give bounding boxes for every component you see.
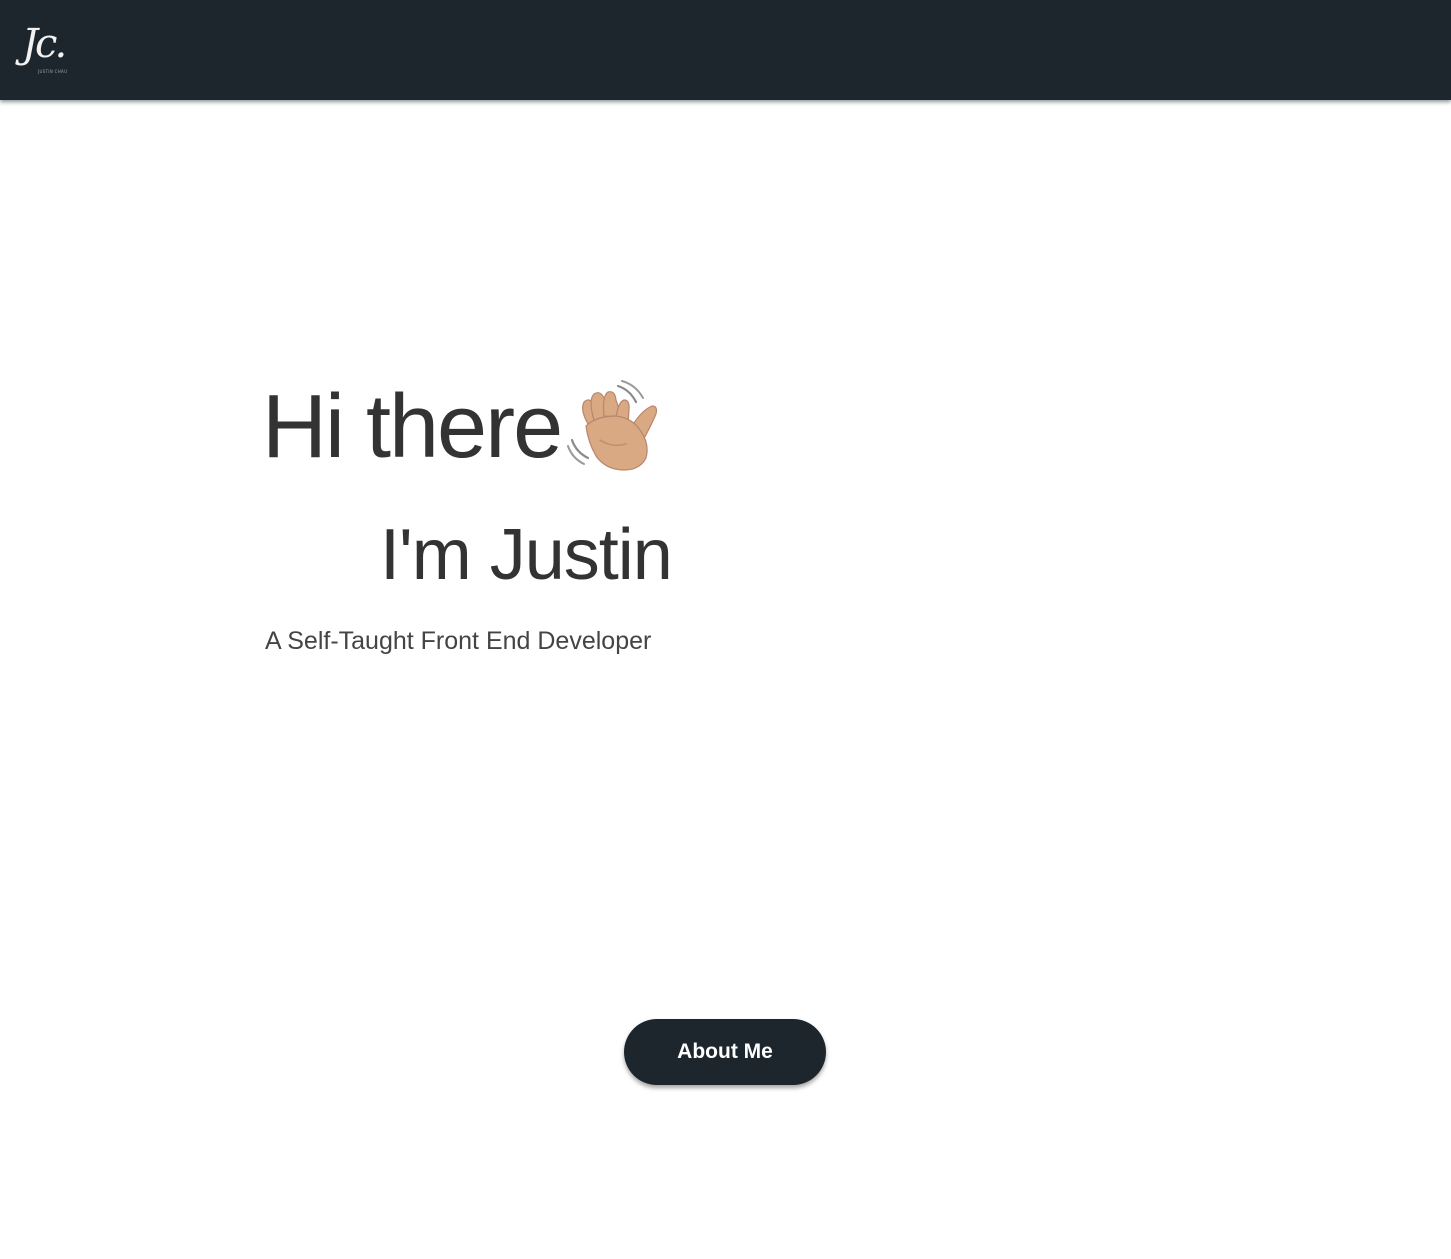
- hero-name: I'm Justin: [380, 515, 673, 595]
- waving-hand-icon: [567, 380, 658, 471]
- logo-mark: Jc.: [22, 21, 67, 67]
- logo-subtext: JUSTIN CHAU: [38, 69, 68, 74]
- hero-greeting: Hi there: [262, 377, 563, 477]
- navbar: Jc. JUSTIN CHAU: [0, 0, 1451, 100]
- hero-subtitle: A Self-Taught Front End Developer: [265, 627, 652, 655]
- about-me-button[interactable]: About Me: [624, 1019, 826, 1085]
- logo[interactable]: Jc. JUSTIN CHAU: [22, 18, 78, 78]
